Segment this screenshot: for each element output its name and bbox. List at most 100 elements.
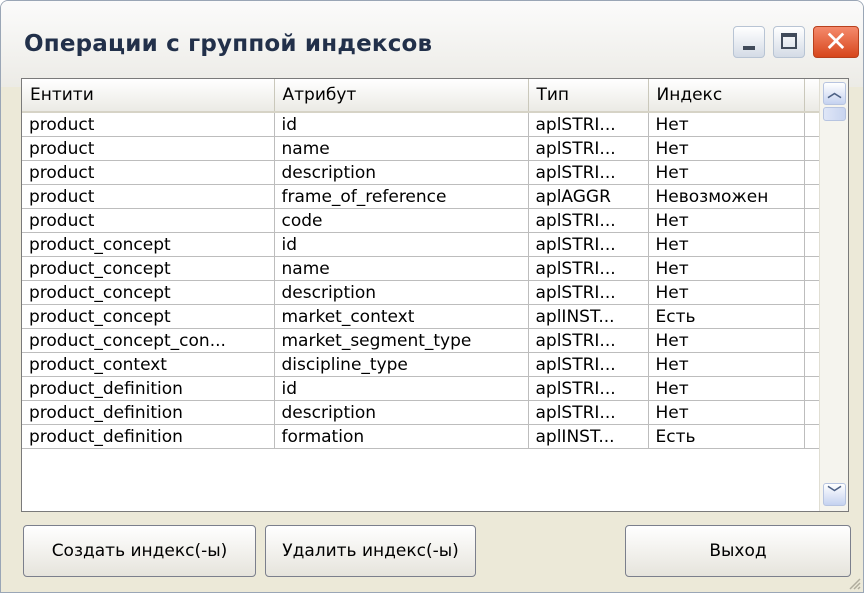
table-row[interactable]: product frame_of_reference aplAGGR Невозмож… [22, 184, 819, 209]
cell-index: Нет [648, 160, 805, 185]
minimize-icon [743, 46, 755, 50]
cell-index: Невозможен [648, 184, 805, 209]
column-header-attribute[interactable]: Атрибут [274, 79, 529, 113]
cell-index: Нет [648, 136, 805, 161]
table-row[interactable]: product name aplSTRI... Нет [22, 136, 819, 161]
cell-type: aplSTRI... [528, 256, 649, 281]
cell-entity: product [22, 136, 275, 161]
cell-index: Есть [648, 304, 805, 329]
cell-entity: product_concept_con... [22, 328, 275, 353]
index-table[interactable]: Ентити Атрибут Тип Индекс product id aplST… [21, 78, 849, 512]
cell-attribute: discipline_type [274, 352, 529, 377]
cell-type: aplSTRI... [528, 136, 649, 161]
cell-entity: product_definition [22, 400, 275, 425]
cell-filler [804, 232, 819, 257]
cell-type: aplSTRI... [528, 280, 649, 305]
header-row: Ентити Атрибут Тип Индекс [22, 79, 819, 113]
window-title: Операции с группой индексов [24, 31, 433, 57]
table-row[interactable]: product_context discipline_type aplSTRI...… [22, 352, 819, 377]
create-index-button[interactable]: Создать индекс(-ы) [23, 525, 256, 577]
cell-type: aplAGGR [528, 184, 649, 209]
cell-type: aplSTRI... [528, 160, 649, 185]
cell-attribute: description [274, 160, 529, 185]
cell-filler [804, 400, 819, 425]
cell-filler [804, 376, 819, 401]
maximize-button[interactable] [773, 26, 805, 58]
cell-index: Есть [648, 424, 805, 449]
column-header-type[interactable]: Тип [528, 79, 649, 113]
cell-entity: product_context [22, 352, 275, 377]
cell-index: Нет [648, 400, 805, 425]
close-button[interactable]: ✕ [813, 25, 859, 58]
table-row[interactable]: product_concept market_context aplINST... Е… [22, 304, 819, 329]
cell-filler [804, 160, 819, 185]
delete-index-button[interactable]: Удалить индекс(-ы) [265, 525, 476, 577]
exit-button[interactable]: Выход [625, 525, 851, 577]
cell-attribute: id [274, 376, 529, 401]
cell-attribute: name [274, 136, 529, 161]
cell-filler [804, 352, 819, 377]
cell-filler [804, 136, 819, 161]
cell-type: aplSTRI... [528, 112, 649, 137]
maximize-icon [781, 33, 797, 49]
column-header-filler [804, 79, 819, 113]
column-header-entity[interactable]: Ентити [22, 79, 275, 113]
scroll-up-button[interactable]: ︿ [823, 82, 846, 105]
cell-attribute: formation [274, 424, 529, 449]
table-viewport: Ентити Атрибут Тип Индекс product id aplST… [22, 79, 819, 511]
title-bar[interactable]: Операции с группой индексов ✕ [1, 1, 863, 87]
cell-entity: product [22, 160, 275, 185]
cell-entity: product_concept [22, 304, 275, 329]
column-header-index[interactable]: Индекс [648, 79, 805, 113]
table-row[interactable]: product_definition description aplSTRI... Н… [22, 400, 819, 425]
cell-attribute: id [274, 232, 529, 257]
cell-index: Нет [648, 376, 805, 401]
table-row[interactable]: product_definition id aplSTRI... Нет [22, 376, 819, 401]
cell-type: aplSTRI... [528, 208, 649, 233]
table-row[interactable]: product description aplSTRI... Нет [22, 160, 819, 185]
cell-index: Нет [648, 112, 805, 137]
vertical-scrollbar[interactable]: ︿ ﹀ [819, 79, 848, 511]
cell-entity: product_concept [22, 280, 275, 305]
resize-grip-icon[interactable] [847, 576, 861, 590]
table-row[interactable]: product_concept id aplSTRI... Нет [22, 232, 819, 257]
minimize-button[interactable] [733, 26, 765, 58]
scroll-down-button[interactable]: ﹀ [823, 483, 846, 506]
chevron-up-icon: ︿ [827, 85, 842, 101]
cell-index: Нет [648, 232, 805, 257]
cell-filler [804, 208, 819, 233]
table-row[interactable]: product_concept_con... market_segment_typ… [22, 328, 819, 353]
cell-entity: product_concept [22, 232, 275, 257]
close-icon: ✕ [824, 25, 848, 58]
cell-index: Нет [648, 328, 805, 353]
cell-type: aplSTRI... [528, 352, 649, 377]
table-row[interactable]: product code aplSTRI... Нет [22, 208, 819, 233]
cell-filler [804, 328, 819, 353]
cell-type: aplINST... [528, 424, 649, 449]
scrollbar-thumb[interactable] [823, 107, 846, 121]
cell-attribute: code [274, 208, 529, 233]
table-row[interactable]: product_concept name aplSTRI... Нет [22, 256, 819, 281]
cell-index: Нет [648, 352, 805, 377]
index-grid: Ентити Атрибут Тип Индекс product id aplST… [22, 79, 819, 449]
cell-entity: product [22, 208, 275, 233]
cell-filler [804, 280, 819, 305]
table-row[interactable]: product_definition formation aplINST... Ест… [22, 424, 819, 449]
cell-entity: product_definition [22, 376, 275, 401]
cell-attribute: market_context [274, 304, 529, 329]
table-row[interactable]: product_concept description aplSTRI... Нет [22, 280, 819, 305]
cell-attribute: frame_of_reference [274, 184, 529, 209]
cell-index: Нет [648, 256, 805, 281]
cell-type: aplSTRI... [528, 376, 649, 401]
cell-attribute: id [274, 112, 529, 137]
index-operations-dialog: Операции с группой индексов ✕ Ентити Атр… [0, 0, 864, 593]
cell-attribute: description [274, 280, 529, 305]
cell-filler [804, 112, 819, 137]
cell-filler [804, 424, 819, 449]
cell-attribute: description [274, 400, 529, 425]
table-row[interactable]: product id aplSTRI... Нет [22, 112, 819, 137]
cell-attribute: name [274, 256, 529, 281]
cell-filler [804, 184, 819, 209]
cell-index: Нет [648, 208, 805, 233]
cell-filler [804, 304, 819, 329]
